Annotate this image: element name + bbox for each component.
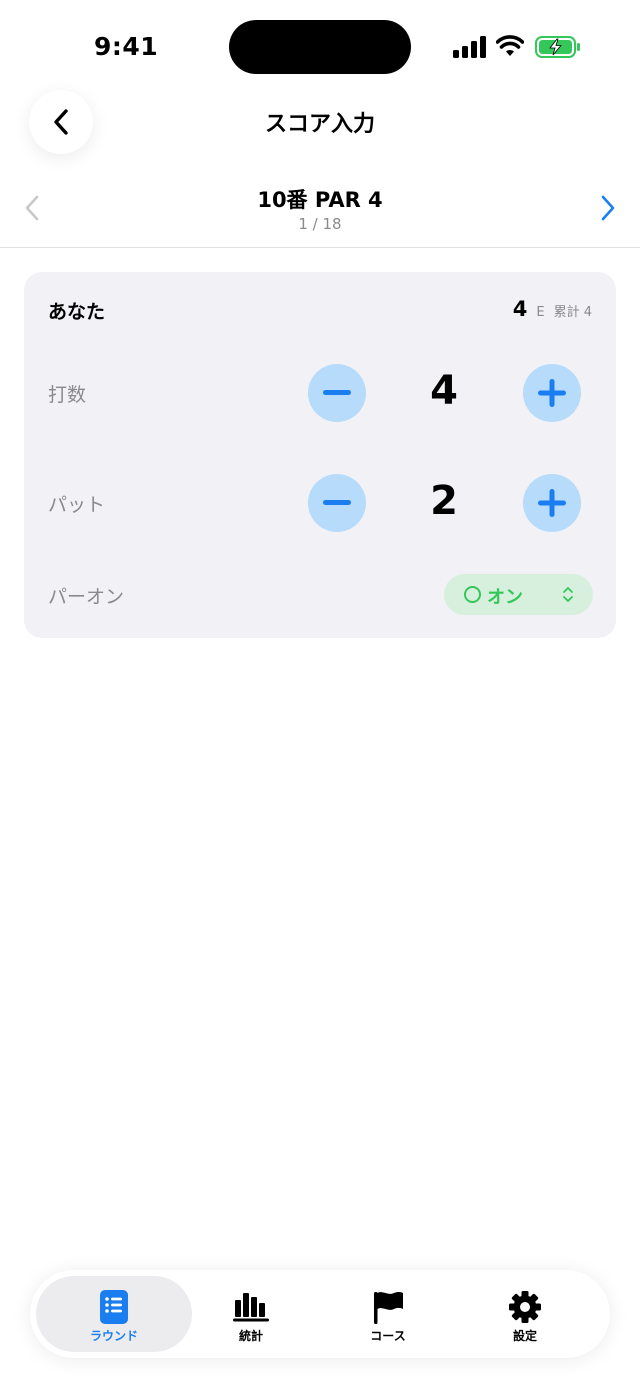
circle-icon bbox=[464, 586, 481, 603]
hole-score: 4 bbox=[512, 297, 528, 321]
battery-charging-icon bbox=[535, 36, 580, 58]
chevron-up-down-icon bbox=[563, 587, 573, 602]
flag-icon bbox=[374, 1292, 403, 1324]
status-time: 9:41 bbox=[94, 32, 159, 61]
cumulative-score: 累計 4 bbox=[553, 305, 592, 320]
dynamic-island bbox=[229, 20, 411, 74]
player-name: あなた bbox=[48, 301, 106, 323]
putts-value: 2 bbox=[430, 478, 458, 524]
putts-increment-button[interactable] bbox=[523, 474, 581, 532]
tab-settings-label: 設定 bbox=[512, 1329, 537, 1343]
minus-icon bbox=[323, 500, 351, 505]
tab-stats-label: 統計 bbox=[238, 1329, 263, 1343]
minus-icon bbox=[323, 390, 351, 395]
gear-icon bbox=[509, 1291, 541, 1323]
status-bar: 9:41 bbox=[0, 0, 640, 90]
strokes-increment-button[interactable] bbox=[523, 364, 581, 422]
hole-title: 10番 PAR 4 bbox=[257, 188, 383, 212]
tab-bar: ラウンド 統計 コース 設定 bbox=[30, 1270, 610, 1358]
player-score-card: あなた 4 E 累計 4 打数 4 パット 2 パーオン オン bbox=[24, 272, 616, 638]
cellular-signal-icon bbox=[453, 36, 487, 58]
next-hole-button[interactable] bbox=[596, 194, 620, 222]
score-summary: 4 E 累計 4 bbox=[513, 297, 592, 321]
hole-navigator: 10番 PAR 4 1 / 18 bbox=[0, 172, 640, 248]
tab-round[interactable]: ラウンド bbox=[36, 1276, 192, 1352]
wifi-icon bbox=[496, 35, 524, 56]
list-icon bbox=[100, 1290, 128, 1324]
plus-icon bbox=[538, 379, 566, 407]
tab-settings[interactable]: 設定 bbox=[447, 1276, 603, 1352]
page-title: スコア入力 bbox=[264, 112, 375, 137]
score-to-par: E bbox=[536, 305, 545, 320]
gir-value: オン bbox=[487, 587, 523, 608]
plus-icon bbox=[538, 489, 566, 517]
strokes-label: 打数 bbox=[48, 384, 87, 406]
strokes-decrement-button[interactable] bbox=[308, 364, 366, 422]
tab-round-label: ラウンド bbox=[89, 1329, 138, 1343]
hole-progress: 1 / 18 bbox=[298, 215, 342, 233]
tab-stats[interactable]: 統計 bbox=[173, 1276, 329, 1352]
tab-course[interactable]: コース bbox=[310, 1276, 466, 1352]
gir-label: パーオン bbox=[48, 586, 125, 608]
strokes-value: 4 bbox=[430, 368, 458, 414]
gir-select[interactable]: オン bbox=[444, 574, 593, 615]
putts-decrement-button[interactable] bbox=[308, 474, 366, 532]
chart-icon bbox=[233, 1293, 269, 1322]
putts-label: パット bbox=[48, 494, 106, 516]
tab-course-label: コース bbox=[370, 1329, 406, 1343]
